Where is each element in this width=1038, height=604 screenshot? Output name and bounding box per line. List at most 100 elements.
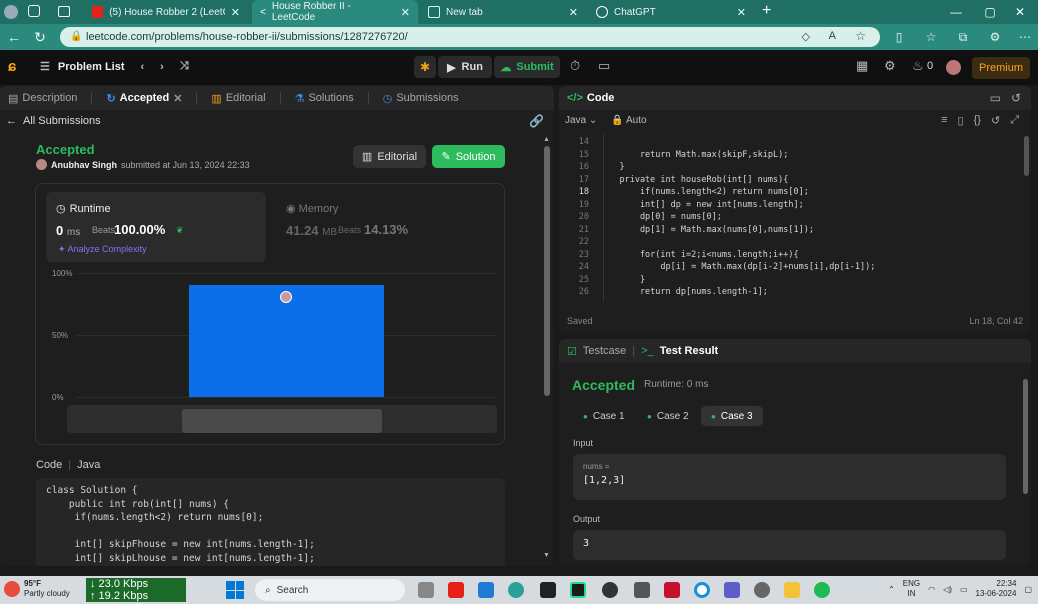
favorites-icon[interactable]: ☆ [920, 24, 942, 50]
youtube-app-icon[interactable] [448, 582, 464, 598]
translate-icon[interactable]: A [829, 30, 836, 42]
tab-testcase[interactable]: Testcase [583, 345, 626, 357]
settings-gear-icon[interactable]: ⚙ [884, 58, 896, 74]
notifications-icon[interactable]: ▢ [1024, 585, 1032, 594]
back-button[interactable]: ← [2, 25, 26, 49]
all-submissions-link[interactable]: ← All Submissions [6, 115, 101, 127]
battery-icon[interactable]: ▭ [960, 585, 968, 594]
bookmark-icon[interactable]: ▯ [958, 114, 964, 127]
left-scrollbar[interactable] [544, 138, 550, 558]
read-aloud-icon[interactable]: ◇ [802, 30, 810, 43]
editor-scrollbar[interactable] [1024, 136, 1029, 176]
profile-icon[interactable] [4, 5, 18, 19]
language-select[interactable]: Java ⌄ [565, 115, 597, 126]
spotify-icon[interactable] [814, 582, 830, 598]
list-icon[interactable]: ☰ [40, 60, 50, 73]
code-editor[interactable]: 14 15 return Math.max(skipF,skipL); 16 } 17… [559, 134, 1031, 302]
editorial-button[interactable]: ▥ Editorial [353, 145, 426, 168]
avatar[interactable] [36, 159, 47, 170]
split-screen-icon[interactable]: ▯ [888, 24, 910, 50]
close-tab-icon[interactable]: ✕ [401, 6, 410, 19]
refresh-button[interactable]: ↻ [28, 25, 52, 49]
debug-button[interactable]: ✱ [414, 56, 436, 78]
address-bar[interactable]: 🔒 leetcode.com/problems/house-robber-ii/… [60, 27, 880, 47]
case-tab-1[interactable]: ● Case 1 [573, 406, 635, 426]
favorite-star-icon[interactable]: ☆ [855, 29, 866, 43]
run-button[interactable]: ▶ Run [438, 56, 492, 78]
store-icon[interactable] [634, 582, 650, 598]
maximize-button[interactable]: ▢ [974, 0, 1006, 24]
format-icon[interactable]: ≡ [941, 114, 947, 127]
vscode-icon[interactable] [478, 582, 494, 598]
language-indicator[interactable]: ENG IN [903, 579, 920, 599]
user-avatar[interactable] [946, 60, 961, 75]
start-button[interactable] [226, 581, 244, 599]
close-window-button[interactable]: ✕ [1004, 0, 1036, 24]
tab-accepted[interactable]: ↻ Accepted ✕ [106, 92, 182, 105]
edge-icon[interactable] [508, 582, 524, 598]
close-tab-icon[interactable]: ✕ [737, 6, 746, 19]
more-menu-icon[interactable]: ⋯ [1014, 24, 1036, 50]
post-solution-button[interactable]: ✎ Solution [432, 145, 505, 168]
ide-icon[interactable] [540, 582, 556, 598]
premium-button[interactable]: Premium [972, 57, 1030, 79]
tab-editorial[interactable]: ▥ Editorial [211, 92, 265, 105]
tab-description[interactable]: ▤ Description [8, 92, 77, 105]
app-a-icon[interactable] [602, 582, 618, 598]
shuffle-icon[interactable]: ⤨ [180, 60, 189, 73]
extensions-icon[interactable]: ⚙ [984, 24, 1006, 50]
leetcode-logo-icon[interactable]: ɕ [8, 58, 16, 75]
runtime-card[interactable]: ◷ Runtime 0 ms Beats 100.00% ❦ ✦ Analyze … [46, 192, 266, 262]
next-problem-icon[interactable]: › [160, 61, 164, 73]
maximize-icon[interactable]: ▭ [990, 91, 1001, 105]
browser-tab-youtube[interactable]: (5) House Robber 2 (LeetCode 2 ✕ [84, 0, 248, 24]
pycharm-icon[interactable] [570, 582, 586, 598]
close-tab-icon[interactable]: ✕ [173, 92, 182, 105]
share-link-icon[interactable]: 🔗 [529, 114, 544, 128]
folder-icon[interactable] [784, 582, 800, 598]
wifi-icon[interactable]: ◠ [928, 585, 935, 594]
show-hidden-icons[interactable]: ⌃ [888, 585, 895, 594]
browser-tab-leetcode[interactable]: < House Robber II - LeetCode ✕ [252, 0, 418, 24]
volume-icon[interactable]: ◁) [943, 585, 952, 594]
braces-icon[interactable]: {} [974, 114, 981, 127]
mcafee-icon[interactable] [664, 582, 680, 598]
chart-range-slider[interactable] [67, 405, 497, 433]
case-tab-2[interactable]: ● Case 2 [637, 406, 699, 426]
browser-tab-newtab[interactable]: New tab ✕ [420, 0, 586, 24]
settings-app-icon[interactable] [754, 582, 770, 598]
close-tab-icon[interactable]: ✕ [569, 6, 578, 19]
taskbar-search[interactable]: ⌕ Search [255, 579, 405, 601]
fullscreen-icon[interactable]: ⤢ [1010, 114, 1019, 127]
scroll-up-icon[interactable]: ▲ [543, 136, 550, 143]
file-explorer-icon[interactable] [418, 582, 434, 598]
tab-test-result[interactable]: Test Result [660, 345, 718, 357]
streak-fire-icon[interactable]: ♨ [912, 58, 924, 74]
submit-button[interactable]: ☁ Submit [494, 56, 560, 78]
prev-problem-icon[interactable]: ‹ [141, 61, 145, 73]
chart-range-thumb[interactable] [182, 409, 382, 433]
scrollbar-thumb[interactable] [544, 146, 550, 396]
cortana-icon[interactable] [694, 582, 710, 598]
collections-icon[interactable]: ⧉ [952, 24, 974, 50]
minimize-button[interactable]: — [940, 0, 972, 24]
case-tab-3[interactable]: ● Case 3 [701, 406, 763, 426]
result-scrollbar[interactable] [1023, 379, 1028, 494]
tab-actions-icon[interactable] [58, 6, 70, 17]
close-tab-icon[interactable]: ✕ [231, 6, 240, 19]
reset-icon[interactable]: ↺ [991, 114, 1000, 127]
timer-icon[interactable]: ⏱ [570, 58, 580, 74]
weather-widget[interactable]: 95°F Partly cloudy [4, 579, 70, 599]
workspaces-icon[interactable] [28, 5, 40, 17]
auto-mode[interactable]: 🔒 Auto [611, 115, 646, 126]
undo-icon[interactable]: ↺ [1011, 91, 1021, 105]
teams-icon[interactable] [724, 582, 740, 598]
author-name[interactable]: Anubhav Singh [51, 160, 117, 170]
layout-icon[interactable]: ▦ [856, 58, 868, 74]
clock[interactable]: 22:34 13-06-2024 [976, 579, 1017, 599]
notes-icon[interactable]: ▭ [598, 58, 610, 74]
tab-submissions[interactable]: ◷ Submissions [383, 92, 459, 105]
site-info-icon[interactable]: 🔒 [70, 31, 82, 42]
tab-solutions[interactable]: ⚗ Solutions [295, 92, 354, 105]
scroll-down-icon[interactable]: ▼ [543, 552, 550, 559]
